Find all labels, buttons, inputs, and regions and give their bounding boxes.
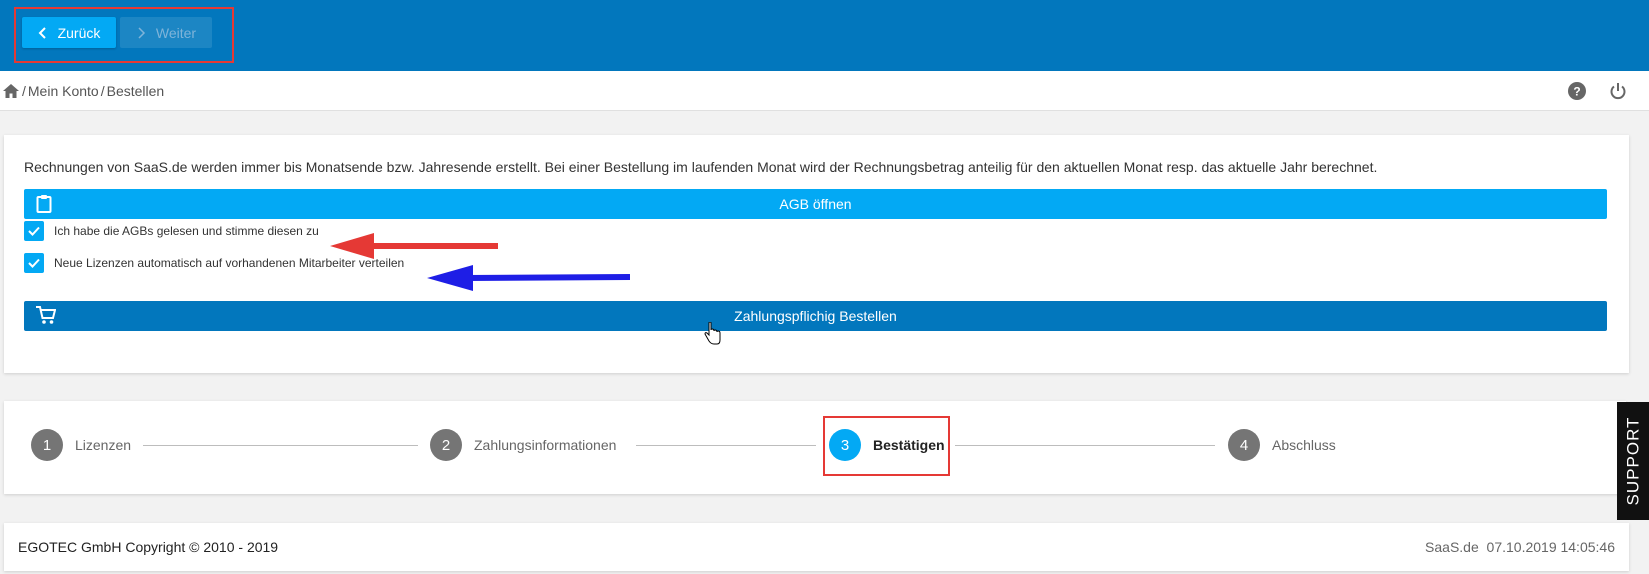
footer-brand: SaaS.de	[1425, 539, 1479, 555]
step-lizenzen[interactable]: 1 Lizenzen	[31, 429, 131, 461]
step-number: 3	[829, 429, 861, 461]
step-zahlungsinformationen[interactable]: 2 Zahlungsinformationen	[430, 429, 616, 461]
chevron-left-icon	[38, 26, 46, 39]
step-connector	[955, 445, 1215, 446]
footer: EGOTEC GmbH Copyright © 2010 - 2019 SaaS…	[4, 523, 1629, 571]
hand-cursor-icon	[704, 322, 721, 345]
help-icon[interactable]: ?	[1568, 82, 1586, 100]
footer-copyright: EGOTEC GmbH Copyright © 2010 - 2019	[18, 539, 279, 555]
check-icon	[28, 258, 40, 268]
step-number: 2	[430, 429, 462, 461]
support-tab-label: SUPPORT	[1623, 416, 1642, 506]
next-button-label: Weiter	[155, 24, 197, 41]
agb-checkbox-row: Ich habe die AGBs gelesen und stimme die…	[24, 221, 319, 241]
open-agb-button[interactable]: AGB öffnen	[24, 189, 1607, 219]
breadcrumb-separator: /	[100, 82, 105, 99]
order-button-label: Zahlungspflichig Bestellen	[734, 308, 897, 324]
step-label: Lizenzen	[75, 437, 132, 453]
step-number: 4	[1228, 429, 1260, 461]
chevron-right-icon	[138, 26, 145, 39]
footer-status: SaaS.de 07.10.2019 14:05:46	[1425, 539, 1615, 555]
breadcrumb: / Mein Konto / Bestellen ?	[0, 71, 1649, 111]
clipboard-icon	[36, 195, 52, 213]
red-arrow-annotation	[330, 233, 498, 259]
next-button[interactable]: Weiter	[120, 17, 212, 48]
breadcrumb-item-bestellen: Bestellen	[106, 82, 165, 99]
agb-checkbox-label: Ich habe die AGBs gelesen und stimme die…	[54, 224, 319, 238]
back-button-label: Zurück	[57, 24, 101, 41]
breadcrumb-separator: /	[22, 82, 26, 99]
back-button[interactable]: Zurück	[22, 17, 116, 48]
breadcrumb-item-mein-konto[interactable]: Mein Konto	[28, 83, 99, 99]
footer-datetime: 07.10.2019 14:05:46	[1486, 539, 1615, 555]
step-connector	[143, 445, 418, 446]
cart-icon	[36, 306, 56, 324]
step-label: Bestätigen	[873, 437, 945, 453]
step-abschluss[interactable]: 4 Abschluss	[1228, 429, 1336, 461]
step-label: Zahlungsinformationen	[474, 437, 617, 453]
power-icon[interactable]	[1609, 82, 1627, 100]
support-tab[interactable]: SUPPORT	[1617, 402, 1649, 520]
blue-arrow-annotation	[427, 265, 631, 291]
open-agb-label: AGB öffnen	[779, 196, 852, 212]
step-label: Abschluss	[1272, 437, 1336, 453]
billing-info-text: Rechnungen von SaaS.de werden immer bis …	[24, 159, 1378, 175]
svg-text:?: ?	[1573, 85, 1580, 99]
check-icon	[28, 226, 40, 236]
top-toolbar: Zurück Weiter	[0, 0, 1649, 71]
step-connector	[636, 445, 816, 446]
order-stepper: 1 Lizenzen 2 Zahlungsinformationen 3 Bes…	[4, 401, 1626, 494]
licenses-checkbox[interactable]	[24, 253, 44, 273]
order-card: Rechnungen von SaaS.de werden immer bis …	[4, 135, 1629, 373]
agb-checkbox[interactable]	[24, 221, 44, 241]
home-icon[interactable]	[2, 83, 20, 99]
step-number: 1	[31, 429, 63, 461]
order-button[interactable]: Zahlungspflichig Bestellen	[24, 301, 1607, 331]
step-bestaetigen[interactable]: 3 Bestätigen	[829, 429, 945, 461]
